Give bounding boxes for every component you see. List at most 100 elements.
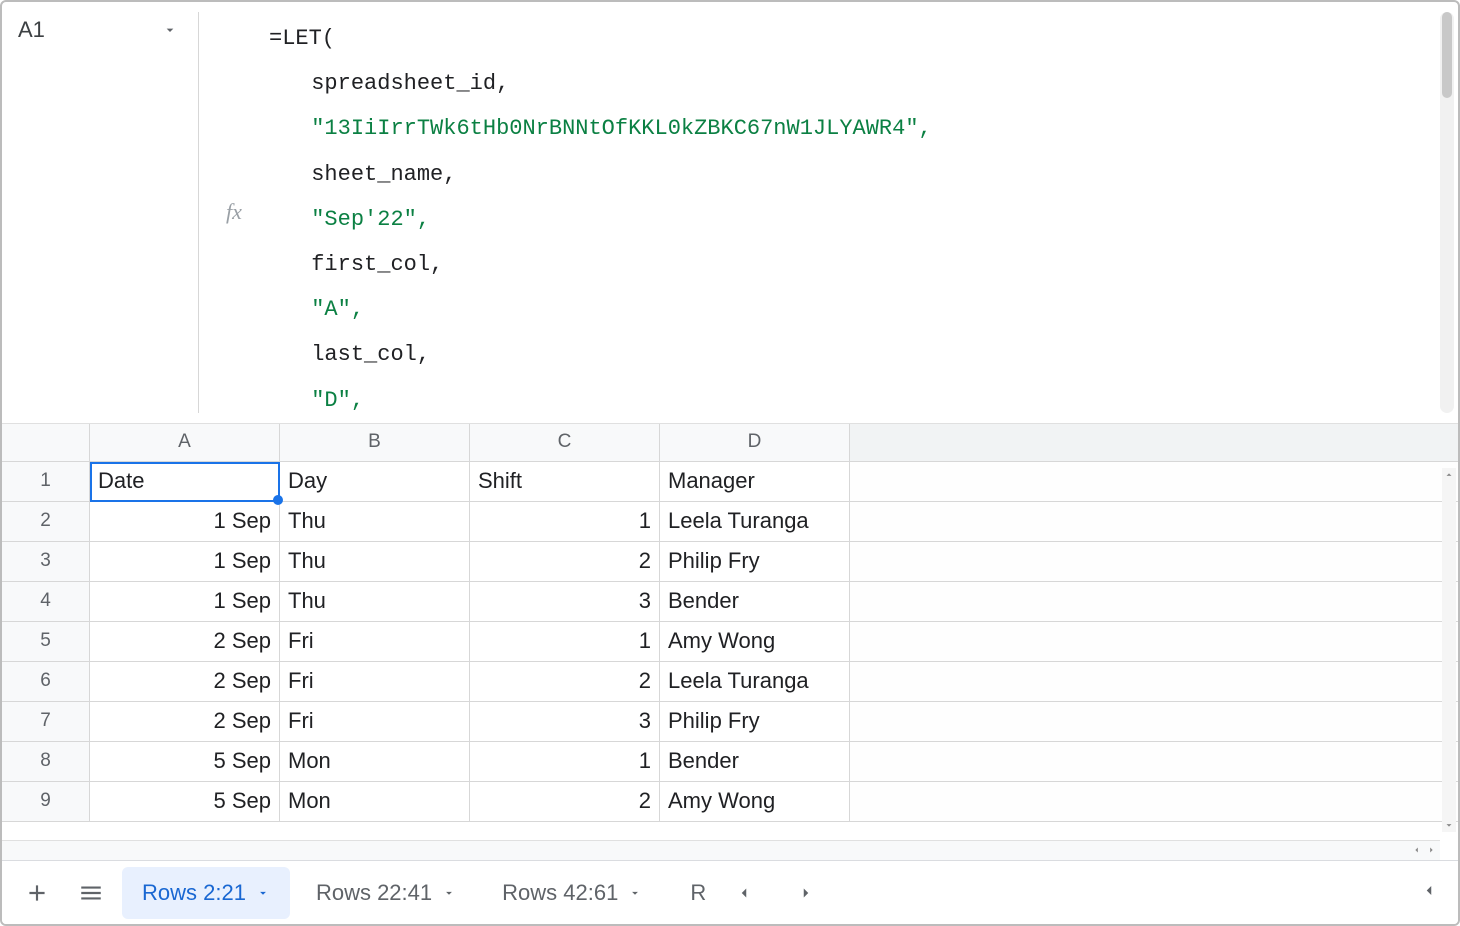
vertical-scrollbar[interactable] (1442, 468, 1456, 832)
cell-A9[interactable]: 5 Sep (90, 782, 280, 822)
chevron-down-icon (162, 22, 178, 38)
chevron-right-icon (797, 884, 815, 902)
cell-D8[interactable]: Bender (660, 742, 850, 782)
col-header-C[interactable]: C (470, 424, 660, 461)
cell-A6[interactable]: 2 Sep (90, 662, 280, 702)
sheet-tab-overflow[interactable]: R (670, 867, 710, 919)
cell-B6[interactable]: Fri (280, 662, 470, 702)
side-panel-toggle[interactable] (1420, 881, 1438, 904)
cell-rest (850, 502, 1458, 542)
chevron-down-icon (256, 886, 270, 900)
cell-C8[interactable]: 1 (470, 742, 660, 782)
row-header[interactable]: 3 (2, 542, 90, 582)
row-header[interactable]: 8 (2, 742, 90, 782)
select-all-corner[interactable] (2, 424, 90, 461)
cell-C6[interactable]: 2 (470, 662, 660, 702)
sheet-tab[interactable]: Rows 2:21 (122, 867, 290, 919)
grid: A B C D 1DateDayShiftManager21 SepThu1Le… (2, 424, 1458, 860)
row-header[interactable]: 7 (2, 702, 90, 742)
row-header[interactable]: 6 (2, 662, 90, 702)
horizontal-scrollbar[interactable] (2, 840, 1440, 860)
cell-D7[interactable]: Philip Fry (660, 702, 850, 742)
plus-icon (24, 880, 50, 906)
formula-scrollbar[interactable] (1440, 12, 1454, 413)
app-frame: A1 fx =LET(spreadsheet_id,"13IiIrrTWk6tH… (0, 0, 1460, 926)
col-header-D[interactable]: D (660, 424, 850, 461)
cell-A7[interactable]: 2 Sep (90, 702, 280, 742)
all-sheets-button[interactable] (68, 870, 114, 916)
sheet-tab-overflow-label: R (690, 880, 706, 906)
cell-C1[interactable]: Shift (470, 462, 660, 502)
chevron-down-icon (628, 886, 642, 900)
cell-C2[interactable]: 1 (470, 502, 660, 542)
sheet-tab[interactable]: Rows 22:41 (296, 867, 476, 919)
column-headers: A B C D (2, 424, 1458, 462)
cell-C9[interactable]: 2 (470, 782, 660, 822)
cell-A8[interactable]: 5 Sep (90, 742, 280, 782)
cell-A3[interactable]: 1 Sep (90, 542, 280, 582)
formula-input[interactable]: =LET(spreadsheet_id,"13IiIrrTWk6tHb0NrBN… (269, 2, 1458, 423)
chevron-down-icon (442, 886, 456, 900)
row-header[interactable]: 4 (2, 582, 90, 622)
name-box-wrap: A1 (2, 2, 198, 423)
scroll-up-icon[interactable] (1442, 468, 1456, 482)
table-row: 1DateDayShiftManager (2, 462, 1458, 502)
col-header-B[interactable]: B (280, 424, 470, 461)
sheet-tab-label: Rows 2:21 (142, 880, 246, 906)
cell-B1[interactable]: Day (280, 462, 470, 502)
tab-nav-prev[interactable] (726, 875, 762, 911)
formula-bar: A1 fx =LET(spreadsheet_id,"13IiIrrTWk6tH… (2, 2, 1458, 424)
row-header[interactable]: 9 (2, 782, 90, 822)
cell-D5[interactable]: Amy Wong (660, 622, 850, 662)
cell-B2[interactable]: Thu (280, 502, 470, 542)
table-row: 41 SepThu3Bender (2, 582, 1458, 622)
cell-B8[interactable]: Mon (280, 742, 470, 782)
cell-B7[interactable]: Fri (280, 702, 470, 742)
cell-B5[interactable]: Fri (280, 622, 470, 662)
cell-rest (850, 702, 1458, 742)
chevron-left-icon (1420, 881, 1438, 899)
add-sheet-button[interactable] (14, 870, 60, 916)
col-header-A[interactable]: A (90, 424, 280, 461)
cell-A1[interactable]: Date (90, 462, 280, 502)
row-header[interactable]: 5 (2, 622, 90, 662)
table-row: 21 SepThu1Leela Turanga (2, 502, 1458, 542)
cell-rest (850, 462, 1458, 502)
cell-C4[interactable]: 3 (470, 582, 660, 622)
cell-C5[interactable]: 1 (470, 622, 660, 662)
sheet-tab[interactable]: Rows 42:61 (482, 867, 662, 919)
cell-C3[interactable]: 2 (470, 542, 660, 582)
cell-C7[interactable]: 3 (470, 702, 660, 742)
cell-D4[interactable]: Bender (660, 582, 850, 622)
cell-D1[interactable]: Manager (660, 462, 850, 502)
table-row: 85 SepMon1Bender (2, 742, 1458, 782)
cell-A4[interactable]: 1 Sep (90, 582, 280, 622)
cell-rest (850, 742, 1458, 782)
cell-B3[interactable]: Thu (280, 542, 470, 582)
cell-B4[interactable]: Thu (280, 582, 470, 622)
sheet-tabs: Rows 2:21 Rows 22:41 Rows 42:61 (122, 867, 662, 919)
cell-D6[interactable]: Leela Turanga (660, 662, 850, 702)
table-row: 31 SepThu2Philip Fry (2, 542, 1458, 582)
cell-A5[interactable]: 2 Sep (90, 622, 280, 662)
scroll-right-icon[interactable] (1426, 842, 1436, 860)
cell-B9[interactable]: Mon (280, 782, 470, 822)
cell-A2[interactable]: 1 Sep (90, 502, 280, 542)
scroll-left-icon[interactable] (1412, 842, 1422, 860)
tab-nav-next[interactable] (788, 875, 824, 911)
table-row: 62 SepFri2Leela Turanga (2, 662, 1458, 702)
row-header[interactable]: 1 (2, 462, 90, 502)
name-box[interactable]: A1 (10, 12, 184, 48)
formula-scrollbar-thumb[interactable] (1442, 12, 1452, 98)
row-header[interactable]: 2 (2, 502, 90, 542)
scroll-down-icon[interactable] (1442, 818, 1456, 832)
cell-D9[interactable]: Amy Wong (660, 782, 850, 822)
cell-D3[interactable]: Philip Fry (660, 542, 850, 582)
cell-D2[interactable]: Leela Turanga (660, 502, 850, 542)
tab-nav (726, 875, 824, 911)
sheet-tab-bar: Rows 2:21 Rows 22:41 Rows 42:61 R (2, 860, 1458, 924)
sheet-tab-label: Rows 22:41 (316, 880, 432, 906)
cell-rest (850, 782, 1458, 822)
fx-icon: fx (226, 199, 242, 225)
table-row: 95 SepMon2Amy Wong (2, 782, 1458, 822)
